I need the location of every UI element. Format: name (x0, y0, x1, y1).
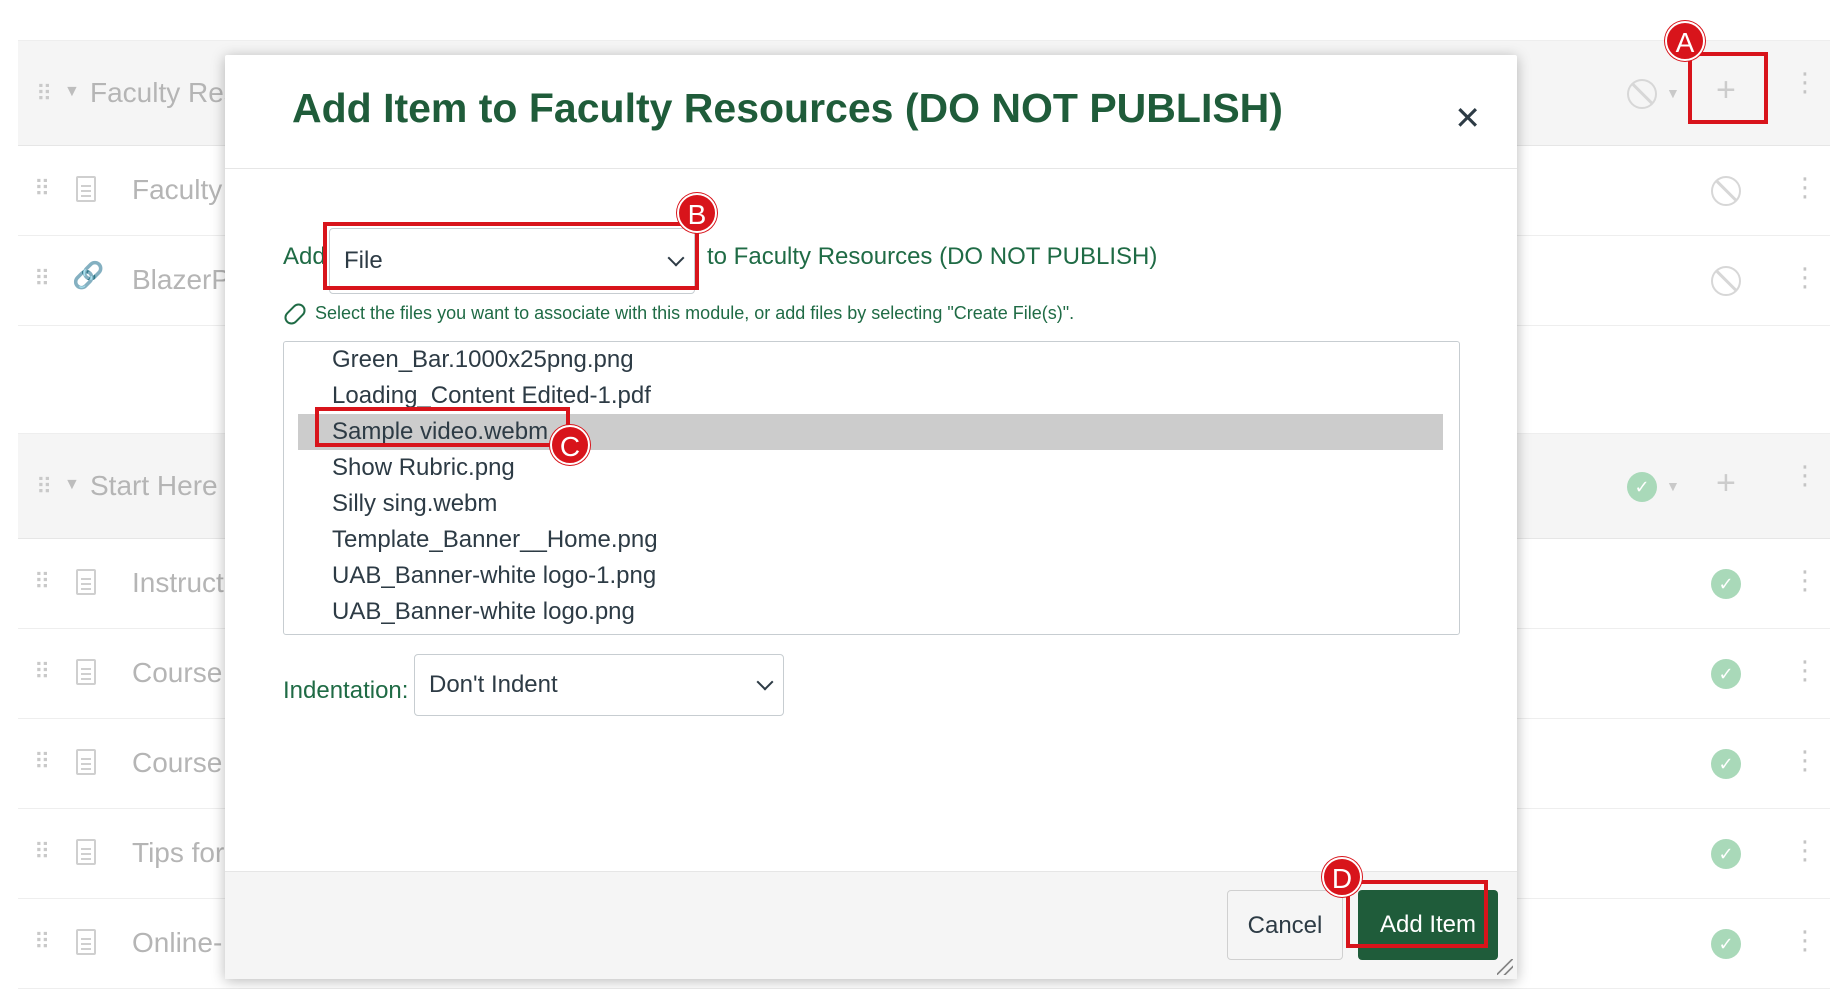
ban-icon[interactable] (1627, 79, 1657, 109)
check-circle-icon[interactable]: ✓ (1711, 659, 1741, 689)
check-circle-icon[interactable]: ✓ (1711, 929, 1741, 959)
caret-down-icon[interactable]: ▼ (1666, 478, 1680, 494)
document-icon (76, 929, 96, 955)
plus-icon[interactable]: + (1716, 464, 1736, 503)
drag-handle-icon[interactable]: ⠿ (34, 749, 50, 775)
drag-handle-icon[interactable]: ⠿ (36, 81, 52, 107)
link-icon: 🔗 (72, 260, 105, 290)
module-title[interactable]: Start Here (90, 470, 218, 502)
document-icon (76, 659, 96, 685)
drag-handle-icon[interactable]: ⠿ (34, 266, 50, 292)
kebab-icon[interactable]: ⋮ (1792, 837, 1818, 863)
drag-handle-icon[interactable]: ⠿ (34, 176, 50, 202)
module-item-label[interactable]: Tips for (132, 837, 224, 869)
drag-handle-icon[interactable]: ⠿ (36, 474, 52, 500)
drag-handle-icon[interactable]: ⠿ (34, 929, 50, 955)
add-label: Add (283, 243, 326, 270)
module-item-label[interactable]: Instruct (132, 567, 224, 599)
paperclip-icon (281, 300, 309, 328)
check-circle-icon[interactable]: ✓ (1711, 749, 1741, 779)
caret-down-icon[interactable]: ▼ (64, 476, 80, 494)
drag-handle-icon[interactable]: ⠿ (34, 569, 50, 595)
indentation-value: Don't Indent (429, 671, 558, 698)
callout-box-c (315, 407, 570, 447)
callout-badge-b: B (677, 193, 717, 233)
file-option[interactable]: UAB_Banner-white logo.png (298, 594, 1443, 630)
dialog-footer: Cancel Add Item (225, 871, 1517, 979)
check-circle-icon[interactable]: ✓ (1711, 839, 1741, 869)
document-icon (76, 749, 96, 775)
drag-handle-icon[interactable]: ⠿ (34, 839, 50, 865)
kebab-icon[interactable]: ⋮ (1792, 927, 1818, 953)
dialog-header: Add Item to Faculty Resources (DO NOT PU… (225, 55, 1517, 169)
callout-badge-c: C (550, 425, 590, 465)
cancel-button[interactable]: Cancel (1227, 890, 1343, 960)
kebab-icon[interactable]: ⋮ (1792, 567, 1818, 593)
dialog-title: Add Item to Faculty Resources (DO NOT PU… (292, 85, 1283, 131)
caret-down-icon[interactable]: ▼ (64, 83, 80, 101)
add-item-dialog: Add Item to Faculty Resources (DO NOT PU… (225, 55, 1517, 979)
file-option[interactable]: Template_Banner__Home.png (298, 522, 1443, 558)
hint-text: Select the files you want to associate w… (315, 303, 1075, 323)
document-icon (76, 569, 96, 595)
check-circle-icon[interactable]: ✓ (1711, 569, 1741, 599)
check-circle-icon[interactable]: ✓ (1627, 472, 1657, 502)
module-title[interactable]: Faculty Res (90, 77, 238, 109)
indentation-label: Indentation: (283, 677, 409, 704)
kebab-icon[interactable]: ⋮ (1792, 174, 1818, 200)
drag-handle-icon[interactable]: ⠿ (34, 659, 50, 685)
file-option[interactable]: Green_Bar.1000x25png.png (298, 342, 1443, 378)
file-option[interactable]: Show Rubric.png (298, 450, 1443, 486)
module-item-label[interactable]: Course (132, 657, 222, 689)
document-icon (76, 176, 96, 202)
close-icon[interactable]: ✕ (1454, 99, 1481, 137)
module-item-label[interactable]: BlazerP (132, 264, 230, 296)
callout-box-a (1688, 52, 1768, 124)
file-select-hint: Select the files you want to associate w… (281, 300, 1075, 328)
file-list[interactable]: Green_Bar.1000x25png.png Loading_Content… (283, 341, 1460, 635)
module-item-label[interactable]: Course (132, 747, 222, 779)
kebab-icon[interactable]: ⋮ (1792, 657, 1818, 683)
to-module-label: to Faculty Resources (DO NOT PUBLISH) (707, 243, 1158, 270)
callout-box-d (1346, 880, 1488, 948)
callout-badge-a: A (1665, 21, 1705, 61)
kebab-icon[interactable]: ⋮ (1792, 462, 1818, 488)
ban-icon[interactable] (1711, 266, 1741, 296)
kebab-icon[interactable]: ⋮ (1792, 747, 1818, 773)
kebab-icon[interactable]: ⋮ (1792, 264, 1818, 290)
ban-icon[interactable] (1711, 176, 1741, 206)
module-item-label[interactable]: Online- (132, 927, 222, 959)
indentation-select[interactable]: Don't Indent (414, 654, 784, 716)
chevron-down-icon (756, 673, 774, 691)
callout-badge-d: D (1322, 857, 1362, 897)
resize-handle-icon[interactable] (1497, 959, 1513, 975)
callout-box-b (323, 222, 699, 290)
caret-down-icon[interactable]: ▼ (1666, 85, 1680, 101)
file-option[interactable]: Silly sing.webm (298, 486, 1443, 522)
kebab-icon[interactable]: ⋮ (1792, 69, 1818, 95)
module-item-label[interactable]: Faculty (132, 174, 222, 206)
file-option[interactable]: UAB_Banner-white logo-1.png (298, 558, 1443, 594)
document-icon (76, 839, 96, 865)
